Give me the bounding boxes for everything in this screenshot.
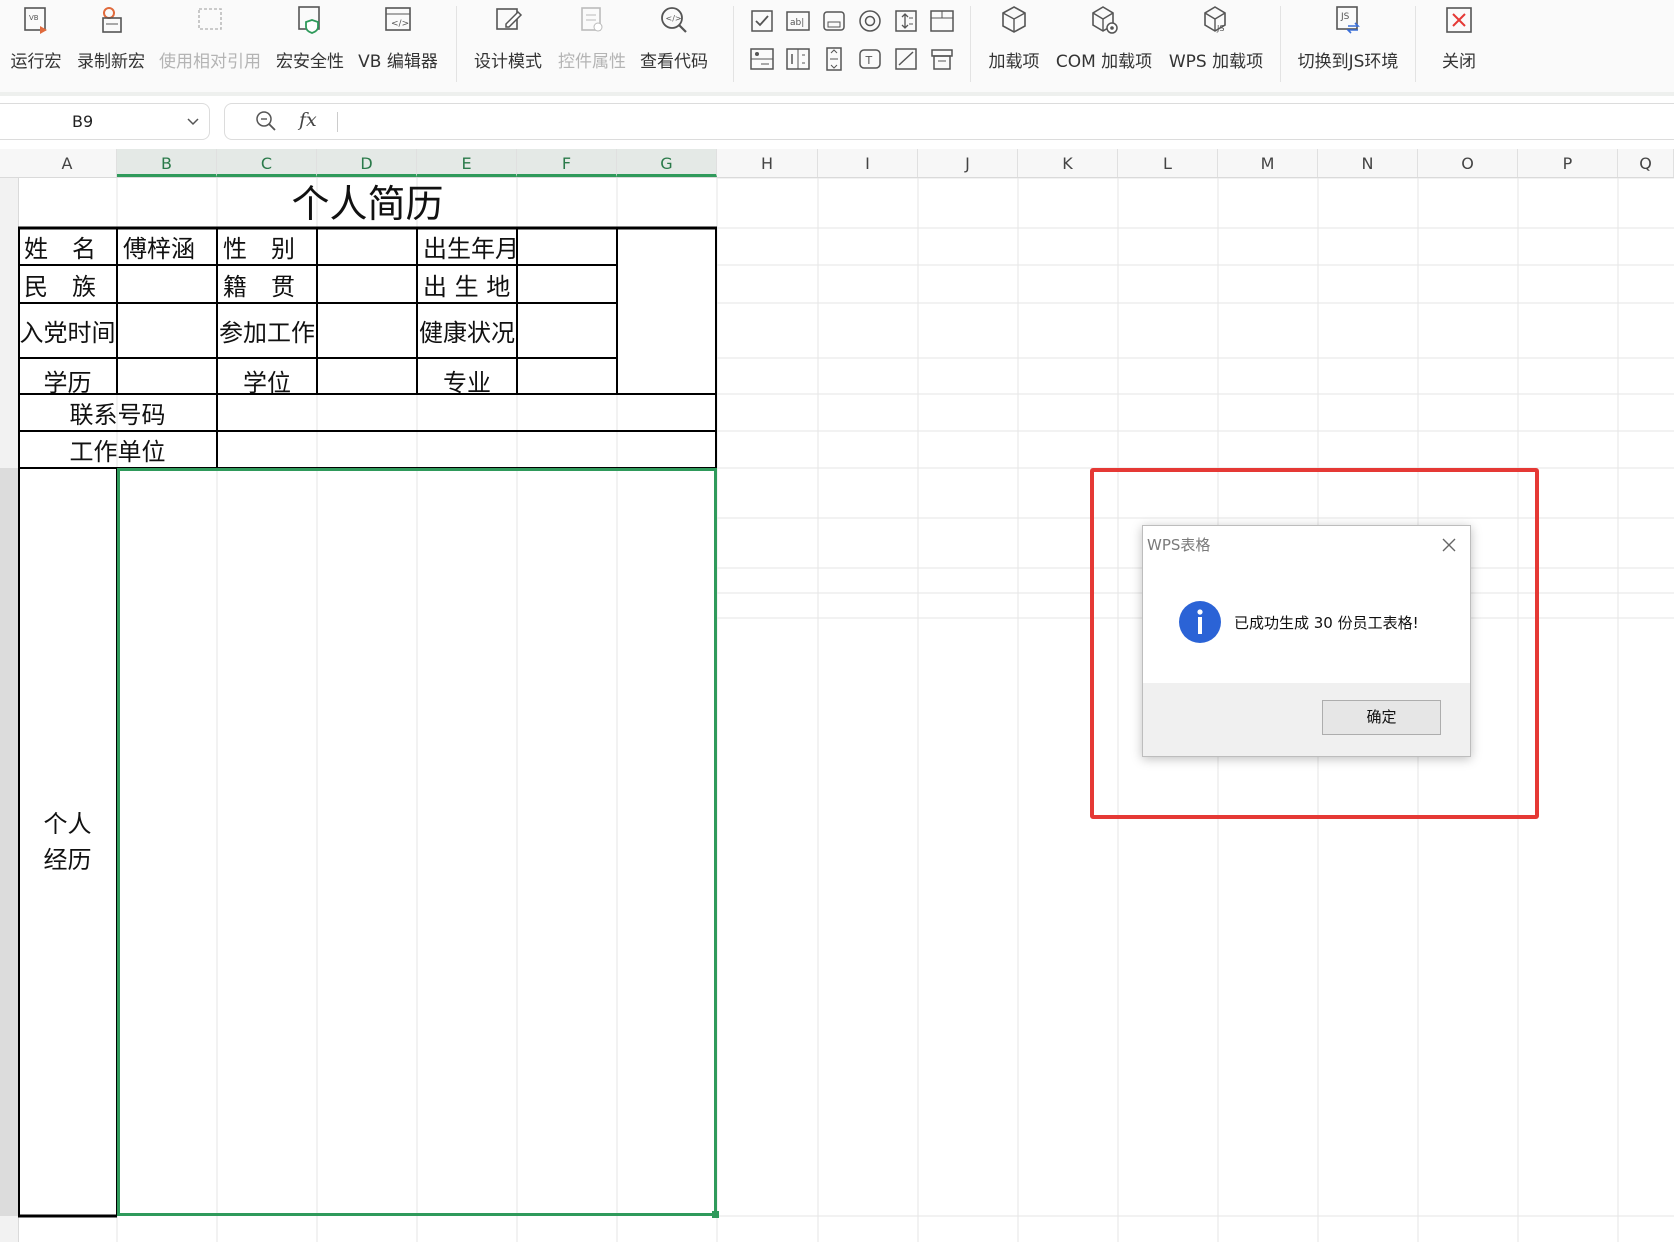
major-label[interactable]: 专业 [417, 358, 517, 397]
employer-label[interactable]: 工作单位 [18, 431, 217, 468]
degree-value[interactable] [317, 358, 417, 394]
column-header-q[interactable]: Q [1618, 149, 1674, 177]
gender-value[interactable] [317, 228, 417, 265]
party-date-value[interactable] [117, 303, 217, 358]
birth-value[interactable] [517, 228, 617, 265]
column-header-p[interactable]: P [1518, 149, 1618, 177]
column-header-d[interactable]: D [317, 149, 417, 177]
column-header-k[interactable]: K [1018, 149, 1118, 177]
education-value[interactable] [117, 358, 217, 394]
dialog-message: 已成功生成 30 份员工表格! [1234, 614, 1419, 632]
birthplace-value[interactable] [517, 265, 617, 303]
degree-label[interactable]: 学位 [217, 358, 317, 397]
ok-button[interactable]: 确定 [1322, 700, 1441, 735]
education-label[interactable]: 学历 [18, 358, 117, 397]
native-place-label[interactable]: 籍 贯 [217, 265, 317, 303]
fill-handle[interactable] [712, 1211, 719, 1218]
gender-label[interactable]: 性 别 [217, 228, 317, 265]
column-header-b[interactable]: B [117, 149, 217, 177]
column-header-m[interactable]: M [1218, 149, 1318, 177]
column-header-c[interactable]: C [217, 149, 317, 177]
column-header-a[interactable]: A [18, 149, 117, 177]
experience-value[interactable] [117, 468, 717, 1216]
dialog-footer: 确定 [1143, 683, 1470, 756]
birthplace-label[interactable]: 出 生 地 [417, 265, 517, 303]
column-header-h[interactable]: H [717, 149, 818, 177]
health-label[interactable]: 健康状况 [417, 303, 517, 358]
selected-rows-highlight [0, 468, 18, 1216]
phone-value[interactable] [217, 394, 717, 431]
ethnic-value[interactable] [117, 265, 217, 303]
close-icon[interactable] [1438, 534, 1460, 556]
column-header-n[interactable]: N [1318, 149, 1418, 177]
photo-area[interactable] [617, 228, 717, 394]
native-place-value[interactable] [317, 265, 417, 303]
column-header-j[interactable]: J [918, 149, 1018, 177]
employer-value[interactable] [217, 431, 717, 468]
party-date-label[interactable]: 入党时间 [18, 303, 117, 358]
work-start-value[interactable] [317, 303, 417, 358]
work-start-label[interactable]: 参加工作 [217, 303, 317, 358]
name-value[interactable]: 傅梓涵 [117, 228, 217, 265]
phone-label[interactable]: 联系号码 [18, 394, 217, 431]
experience-label[interactable]: 个人经历 [18, 468, 117, 1216]
ethnic-label[interactable]: 民 族 [18, 265, 117, 303]
column-header-l[interactable]: L [1118, 149, 1218, 177]
resume-title[interactable]: 个人简历 [18, 178, 717, 228]
birth-label[interactable]: 出生年月 [417, 228, 519, 265]
row-headers [0, 178, 19, 1242]
column-header-i[interactable]: I [818, 149, 918, 177]
column-header-g[interactable]: G [617, 149, 717, 177]
health-value[interactable] [517, 303, 617, 358]
message-dialog: WPS表格 已成功生成 30 份员工表格! 确定 [1142, 525, 1471, 757]
info-icon [1179, 601, 1221, 643]
column-header-e[interactable]: E [417, 149, 517, 177]
major-value[interactable] [517, 358, 617, 394]
name-label[interactable]: 姓 名 [18, 228, 117, 265]
column-header-o[interactable]: O [1418, 149, 1518, 177]
dialog-title: WPS表格 [1147, 536, 1211, 554]
column-header-f[interactable]: F [517, 149, 617, 177]
column-headers: ABCDEFGHIJKLMNOPQ [0, 149, 1674, 178]
